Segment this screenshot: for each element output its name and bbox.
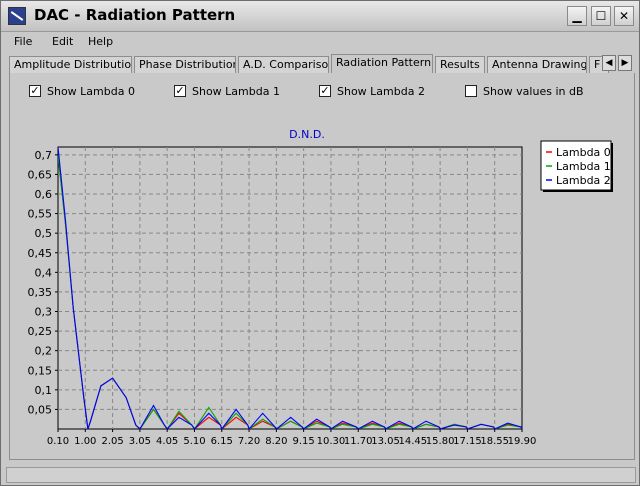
x-tick-label: 19.90 <box>508 436 537 447</box>
legend-shadow <box>543 190 613 192</box>
radiation-pattern-chart: 0,05 0,1 0,15 0,2 0,25 0,3 0,35 0,4 0,45 0,5 0,55 0… <box>28 128 613 447</box>
y-tick-label: 0,6 <box>35 188 53 201</box>
y-tick-label: 0,25 <box>28 325 53 338</box>
x-tick-label: 15.80 <box>426 436 455 447</box>
y-tick-label: 0,2 <box>35 345 53 358</box>
legend-shadow <box>611 143 613 192</box>
legend-label-lambda0: Lambda 0 <box>556 146 611 159</box>
plot-area <box>57 146 523 430</box>
y-tick-label: 0,5 <box>35 227 53 240</box>
x-tick-label: 0.10 <box>47 436 69 447</box>
x-tick-label: 17.15 <box>453 436 482 447</box>
legend-label-lambda1: Lambda 1 <box>556 160 611 173</box>
y-tick-label: 0,3 <box>35 306 53 319</box>
y-tick-label: 0,55 <box>28 208 53 221</box>
status-bar <box>6 467 636 483</box>
x-tick-label: 2.05 <box>101 436 123 447</box>
y-tick-label: 0,65 <box>28 168 53 181</box>
x-tick-label: 13.05 <box>371 436 400 447</box>
x-tick-label: 9.15 <box>293 436 315 447</box>
x-tick-label: 1.00 <box>74 436 96 447</box>
x-tick-label: 14.45 <box>399 436 428 447</box>
y-tick-label: 0,7 <box>35 149 53 162</box>
x-tick-label: 18.55 <box>480 436 509 447</box>
y-tick-label: 0,05 <box>28 403 53 416</box>
x-tick-label: 4.05 <box>156 436 178 447</box>
x-tick-label: 3.05 <box>129 436 151 447</box>
x-tick-label: 10.30 <box>317 436 346 447</box>
x-tick-label: 11.70 <box>344 436 373 447</box>
y-tick-label: 0,4 <box>35 266 53 279</box>
y-tick-label: 0,15 <box>28 364 53 377</box>
x-tick-label: 6.15 <box>211 436 233 447</box>
y-tick-label: 0,35 <box>28 286 53 299</box>
x-tick-label: 8.20 <box>265 436 287 447</box>
x-tick-label: 5.10 <box>183 436 205 447</box>
x-tick-label: 7.20 <box>238 436 260 447</box>
legend-label-lambda2: Lambda 2 <box>556 174 611 187</box>
y-tick-label: 0,45 <box>28 247 53 260</box>
y-tick-label: 0,1 <box>35 384 53 397</box>
app-window: DAC - Radiation Pattern ▁ ☐ ✕ File Edit … <box>0 0 640 486</box>
chart-title: D.N.D. <box>289 128 325 141</box>
